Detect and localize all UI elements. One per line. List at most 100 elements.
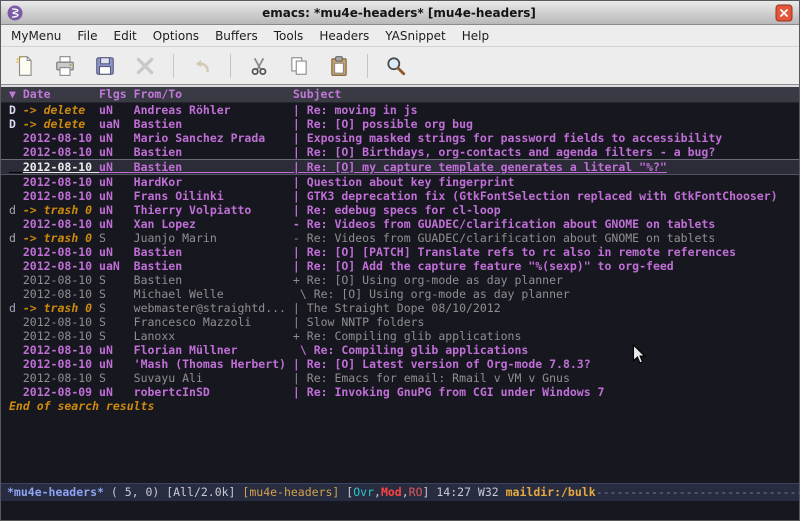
close-icon [134, 55, 156, 77]
modeline-segment-ovr: Ovr [353, 485, 374, 499]
flags-column: S [99, 301, 134, 315]
message-row[interactable]: 2012-08-10 uN Frans Oilinki | GTK3 depre… [1, 189, 799, 203]
message-row[interactable]: d -> trash 0 S webmaster@straightd... | … [1, 301, 799, 315]
from-column: Xan Lopez [134, 217, 293, 231]
menu-headers[interactable]: Headers [311, 25, 377, 46]
modeline-segment-plain: 14:27 W32 [436, 485, 505, 499]
date-column: -> trash 0 [23, 301, 99, 315]
menu-edit[interactable]: Edit [106, 25, 145, 46]
subject-column: Question about key fingerprint [307, 175, 515, 189]
undo-button[interactable] [188, 52, 216, 80]
mode-line[interactable]: *mu4e-headers* ( 5, 0) [All/2.0k] [mu4e-… [1, 483, 799, 501]
message-row[interactable]: 2012-08-10 uN HardKor | Question about k… [1, 175, 799, 189]
thread-separator: + [293, 329, 307, 343]
subject-column: Re: Videos from GUADEC/clarification abo… [307, 217, 716, 231]
message-row[interactable]: d -> trash 0 S Juanjo Marin - Re: Videos… [1, 231, 799, 245]
search-button[interactable] [382, 52, 410, 80]
thread-separator: | [293, 245, 307, 259]
from-column: Bastien [134, 273, 293, 287]
message-row[interactable]: d -> trash 0 uN Thierry Volpiatto | Re: … [1, 203, 799, 217]
window-close-button[interactable] [775, 4, 793, 22]
mark-column [9, 217, 23, 231]
print-button[interactable] [51, 52, 79, 80]
thread-separator: | [293, 160, 307, 174]
flags-column: S [99, 273, 134, 287]
mark-column [9, 315, 23, 329]
mark-column [9, 385, 23, 399]
subject-column: Re: [O] [PATCH] Translate refs to rc als… [307, 245, 736, 259]
message-row[interactable]: 2012-08-10 uN Florian Müllner \ Re: Comp… [1, 343, 799, 357]
date-column: 2012-08-10 [23, 189, 99, 203]
message-row[interactable]: 2012-08-10 S Suvayu Ali | Re: Emacs for … [1, 371, 799, 385]
copy-icon [288, 55, 310, 77]
flags-column: uN [99, 175, 134, 189]
message-row[interactable]: 2012-08-10 uN Bastien | Re: [O] my captu… [1, 159, 799, 175]
modeline-segment-plain: , [402, 485, 409, 499]
subject-column: Re: [O] Using org-mode as day planner [307, 273, 563, 287]
menu-tools[interactable]: Tools [266, 25, 312, 46]
message-row[interactable]: D -> delete uN Andreas Röhler | Re: movi… [1, 103, 799, 117]
mark-column: d [9, 231, 23, 245]
print-icon [54, 55, 76, 77]
subject-column: Re: edebug specs for cl-loop [307, 203, 501, 217]
thread-separator: | [293, 301, 307, 315]
menu-file[interactable]: File [69, 25, 105, 46]
date-column: 2012-08-10 [23, 160, 99, 174]
modeline-segment-dashes: ----------------------------------------… [596, 485, 799, 499]
message-row[interactable]: 2012-08-10 uN Xan Lopez - Re: Videos fro… [1, 217, 799, 231]
from-column: Francesco Mazzoli [134, 315, 293, 329]
thread-separator: \ [293, 343, 314, 357]
date-column: 2012-08-09 [23, 385, 99, 399]
message-row[interactable]: 2012-08-10 uN Bastien | Re: [O] Birthday… [1, 145, 799, 159]
menu-buffers[interactable]: Buffers [207, 25, 266, 46]
tool-bar [1, 47, 799, 85]
message-row[interactable]: 2012-08-10 S Bastien + Re: [O] Using org… [1, 273, 799, 287]
menu-options[interactable]: Options [145, 25, 207, 46]
headers-column-header[interactable]: ▼ Date Flgs From/To Subject [1, 87, 799, 103]
thread-separator: | [293, 385, 307, 399]
close-button[interactable] [131, 52, 159, 80]
new-file-button[interactable] [11, 52, 39, 80]
date-column: 2012-08-10 [23, 343, 99, 357]
end-of-results: End of search results [1, 399, 799, 413]
menu-mymenu[interactable]: MyMenu [3, 25, 69, 46]
message-row[interactable]: 2012-08-10 uN Mario Sanchez Prada | Expo… [1, 131, 799, 145]
thread-separator: | [293, 315, 307, 329]
menu-help[interactable]: Help [454, 25, 497, 46]
paste-button[interactable] [325, 52, 353, 80]
message-row[interactable]: 2012-08-10 S Francesco Mazzoli | Slow NN… [1, 315, 799, 329]
message-row[interactable]: 2012-08-09 uN robertcInSD | Re: Invoking… [1, 385, 799, 399]
mark-column: d [9, 301, 23, 315]
cut-button[interactable] [245, 52, 273, 80]
flags-column: uN [99, 160, 134, 174]
cut-icon [248, 55, 270, 77]
menu-yasnippet[interactable]: YASnippet [377, 25, 454, 46]
from-column: webmaster@straightd... [134, 301, 293, 315]
copy-button[interactable] [285, 52, 313, 80]
message-row[interactable]: 2012-08-10 S Lanoxx + Re: Compiling glib… [1, 329, 799, 343]
toolbar-separator [367, 54, 368, 78]
emacs-icon [7, 5, 23, 21]
date-column: 2012-08-10 [23, 273, 99, 287]
subject-column: Re: Compiling glib applications [314, 343, 529, 357]
from-column: Florian Müllner [134, 343, 293, 357]
from-column: Bastien [134, 117, 293, 131]
date-column: 2012-08-10 [23, 131, 99, 145]
subject-column: Re: [O] Latest version of Org-mode 7.8.3… [307, 357, 591, 371]
flags-column: uN [99, 245, 134, 259]
save-button[interactable] [91, 52, 119, 80]
mark-column [9, 273, 23, 287]
date-column: -> trash 0 [23, 231, 99, 245]
message-row[interactable]: 2012-08-10 uN Bastien | Re: [O] [PATCH] … [1, 245, 799, 259]
subject-column: Exposing masked strings for password fie… [307, 131, 722, 145]
message-row[interactable]: D -> delete uaN Bastien | Re: [O] possib… [1, 117, 799, 131]
message-row[interactable]: 2012-08-10 uaN Bastien | Re: [O] Add the… [1, 259, 799, 273]
message-row[interactable]: 2012-08-10 uN 'Mash (Thomas Herbert) | R… [1, 357, 799, 371]
mark-column [9, 145, 23, 159]
flags-column: uN [99, 189, 134, 203]
column-headers-text: ▼ Date Flgs From/To Subject [9, 87, 341, 101]
menu-bar: MyMenuFileEditOptionsBuffersToolsHeaders… [1, 25, 799, 47]
message-row[interactable]: 2012-08-10 S Michael Welle \ Re: [O] Usi… [1, 287, 799, 301]
mark-column [9, 131, 23, 145]
mark-column [9, 259, 23, 273]
